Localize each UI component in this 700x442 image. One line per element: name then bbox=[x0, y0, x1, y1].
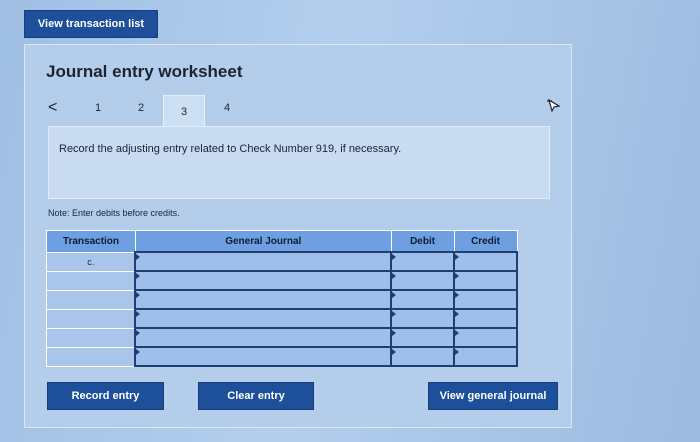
instruction-text: Record the adjusting entry related to Ch… bbox=[59, 143, 402, 155]
transaction-cell bbox=[46, 270, 136, 291]
account-input[interactable] bbox=[134, 327, 393, 348]
table-row: c. bbox=[46, 251, 518, 272]
input-marker-icon bbox=[455, 254, 460, 260]
credit-input[interactable] bbox=[453, 251, 518, 272]
header-debit: Debit bbox=[390, 230, 455, 253]
input-marker-icon bbox=[392, 311, 397, 317]
dropdown-marker-icon bbox=[136, 292, 141, 298]
view-general-journal-button[interactable]: View general journal bbox=[428, 382, 558, 410]
entry-tabs: < 1 2 3 4 bbox=[42, 95, 572, 127]
page-title: Journal entry worksheet bbox=[46, 62, 243, 81]
instruction-box: Record the adjusting entry related to Ch… bbox=[48, 126, 550, 199]
transaction-cell bbox=[46, 327, 136, 348]
previous-arrow-icon[interactable]: < bbox=[48, 99, 57, 117]
view-transaction-list-button[interactable]: View transaction list bbox=[24, 10, 158, 38]
account-input[interactable] bbox=[134, 308, 393, 329]
input-marker-icon bbox=[392, 254, 397, 260]
record-entry-button[interactable]: Record entry bbox=[47, 382, 164, 410]
clear-entry-button[interactable]: Clear entry bbox=[198, 382, 314, 410]
transaction-cell bbox=[46, 308, 136, 329]
credit-input[interactable] bbox=[453, 346, 518, 367]
account-input[interactable] bbox=[134, 251, 393, 272]
input-marker-icon bbox=[392, 349, 397, 355]
transaction-cell bbox=[46, 289, 136, 310]
transaction-cell: c. bbox=[46, 251, 136, 272]
input-marker-icon bbox=[392, 273, 397, 279]
input-marker-icon bbox=[455, 273, 460, 279]
debit-input[interactable] bbox=[390, 289, 456, 310]
transaction-cell bbox=[46, 346, 136, 367]
input-marker-icon bbox=[455, 311, 460, 317]
cursor-icon bbox=[546, 97, 562, 116]
header-transaction: Transaction bbox=[46, 230, 136, 253]
dropdown-marker-icon bbox=[136, 349, 141, 355]
journal-table: Transaction General Journal Debit Credit… bbox=[46, 230, 518, 367]
debit-input[interactable] bbox=[390, 251, 456, 272]
input-marker-icon bbox=[392, 330, 397, 336]
tab-1[interactable]: 1 bbox=[95, 102, 101, 114]
table-row bbox=[46, 289, 518, 310]
input-marker-icon bbox=[455, 349, 460, 355]
debit-input[interactable] bbox=[390, 308, 456, 329]
account-input[interactable] bbox=[134, 346, 393, 367]
account-input[interactable] bbox=[134, 289, 393, 310]
debit-input[interactable] bbox=[390, 346, 456, 367]
input-marker-icon bbox=[392, 292, 397, 298]
input-marker-icon bbox=[455, 330, 460, 336]
table-row bbox=[46, 327, 518, 348]
debit-input[interactable] bbox=[390, 327, 456, 348]
dropdown-marker-icon bbox=[136, 311, 141, 317]
table-row bbox=[46, 308, 518, 329]
table-row bbox=[46, 346, 518, 367]
input-marker-icon bbox=[455, 292, 460, 298]
credit-input[interactable] bbox=[453, 327, 518, 348]
table-row bbox=[46, 270, 518, 291]
dropdown-marker-icon bbox=[136, 254, 141, 260]
header-general-journal: General Journal bbox=[134, 230, 392, 253]
tab-4[interactable]: 4 bbox=[224, 102, 230, 114]
debit-input[interactable] bbox=[390, 270, 456, 291]
credit-input[interactable] bbox=[453, 308, 518, 329]
note-text: Note: Enter debits before credits. bbox=[48, 208, 180, 218]
tab-3[interactable]: 3 bbox=[163, 95, 205, 127]
credit-input[interactable] bbox=[453, 289, 518, 310]
header-credit: Credit bbox=[453, 230, 518, 253]
credit-input[interactable] bbox=[453, 270, 518, 291]
dropdown-marker-icon bbox=[136, 273, 141, 279]
account-input[interactable] bbox=[134, 270, 393, 291]
tab-2[interactable]: 2 bbox=[138, 102, 144, 114]
dropdown-marker-icon bbox=[136, 330, 141, 336]
